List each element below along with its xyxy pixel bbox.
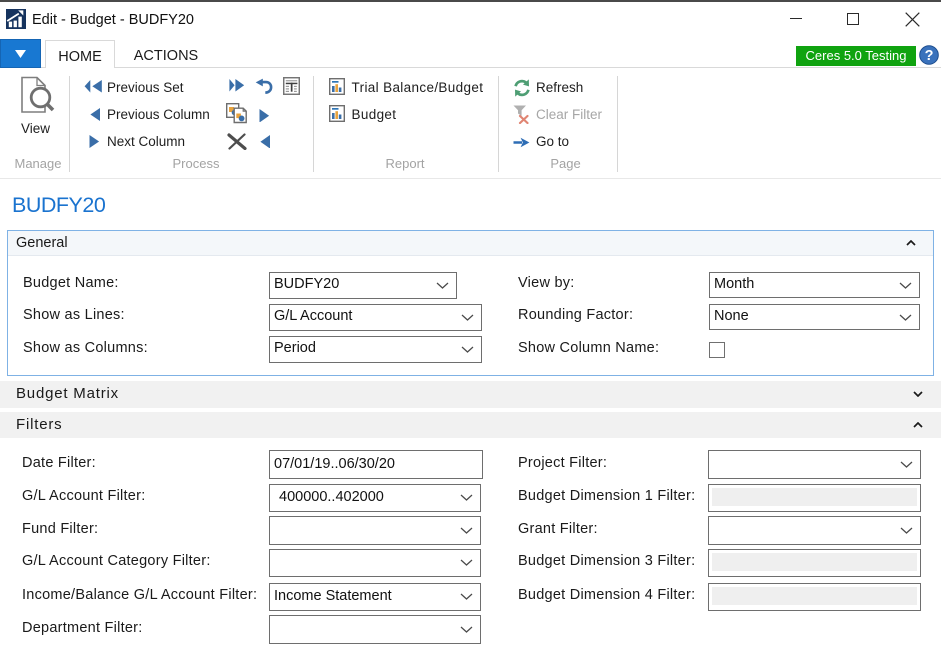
svg-text:?: ?	[925, 48, 934, 64]
